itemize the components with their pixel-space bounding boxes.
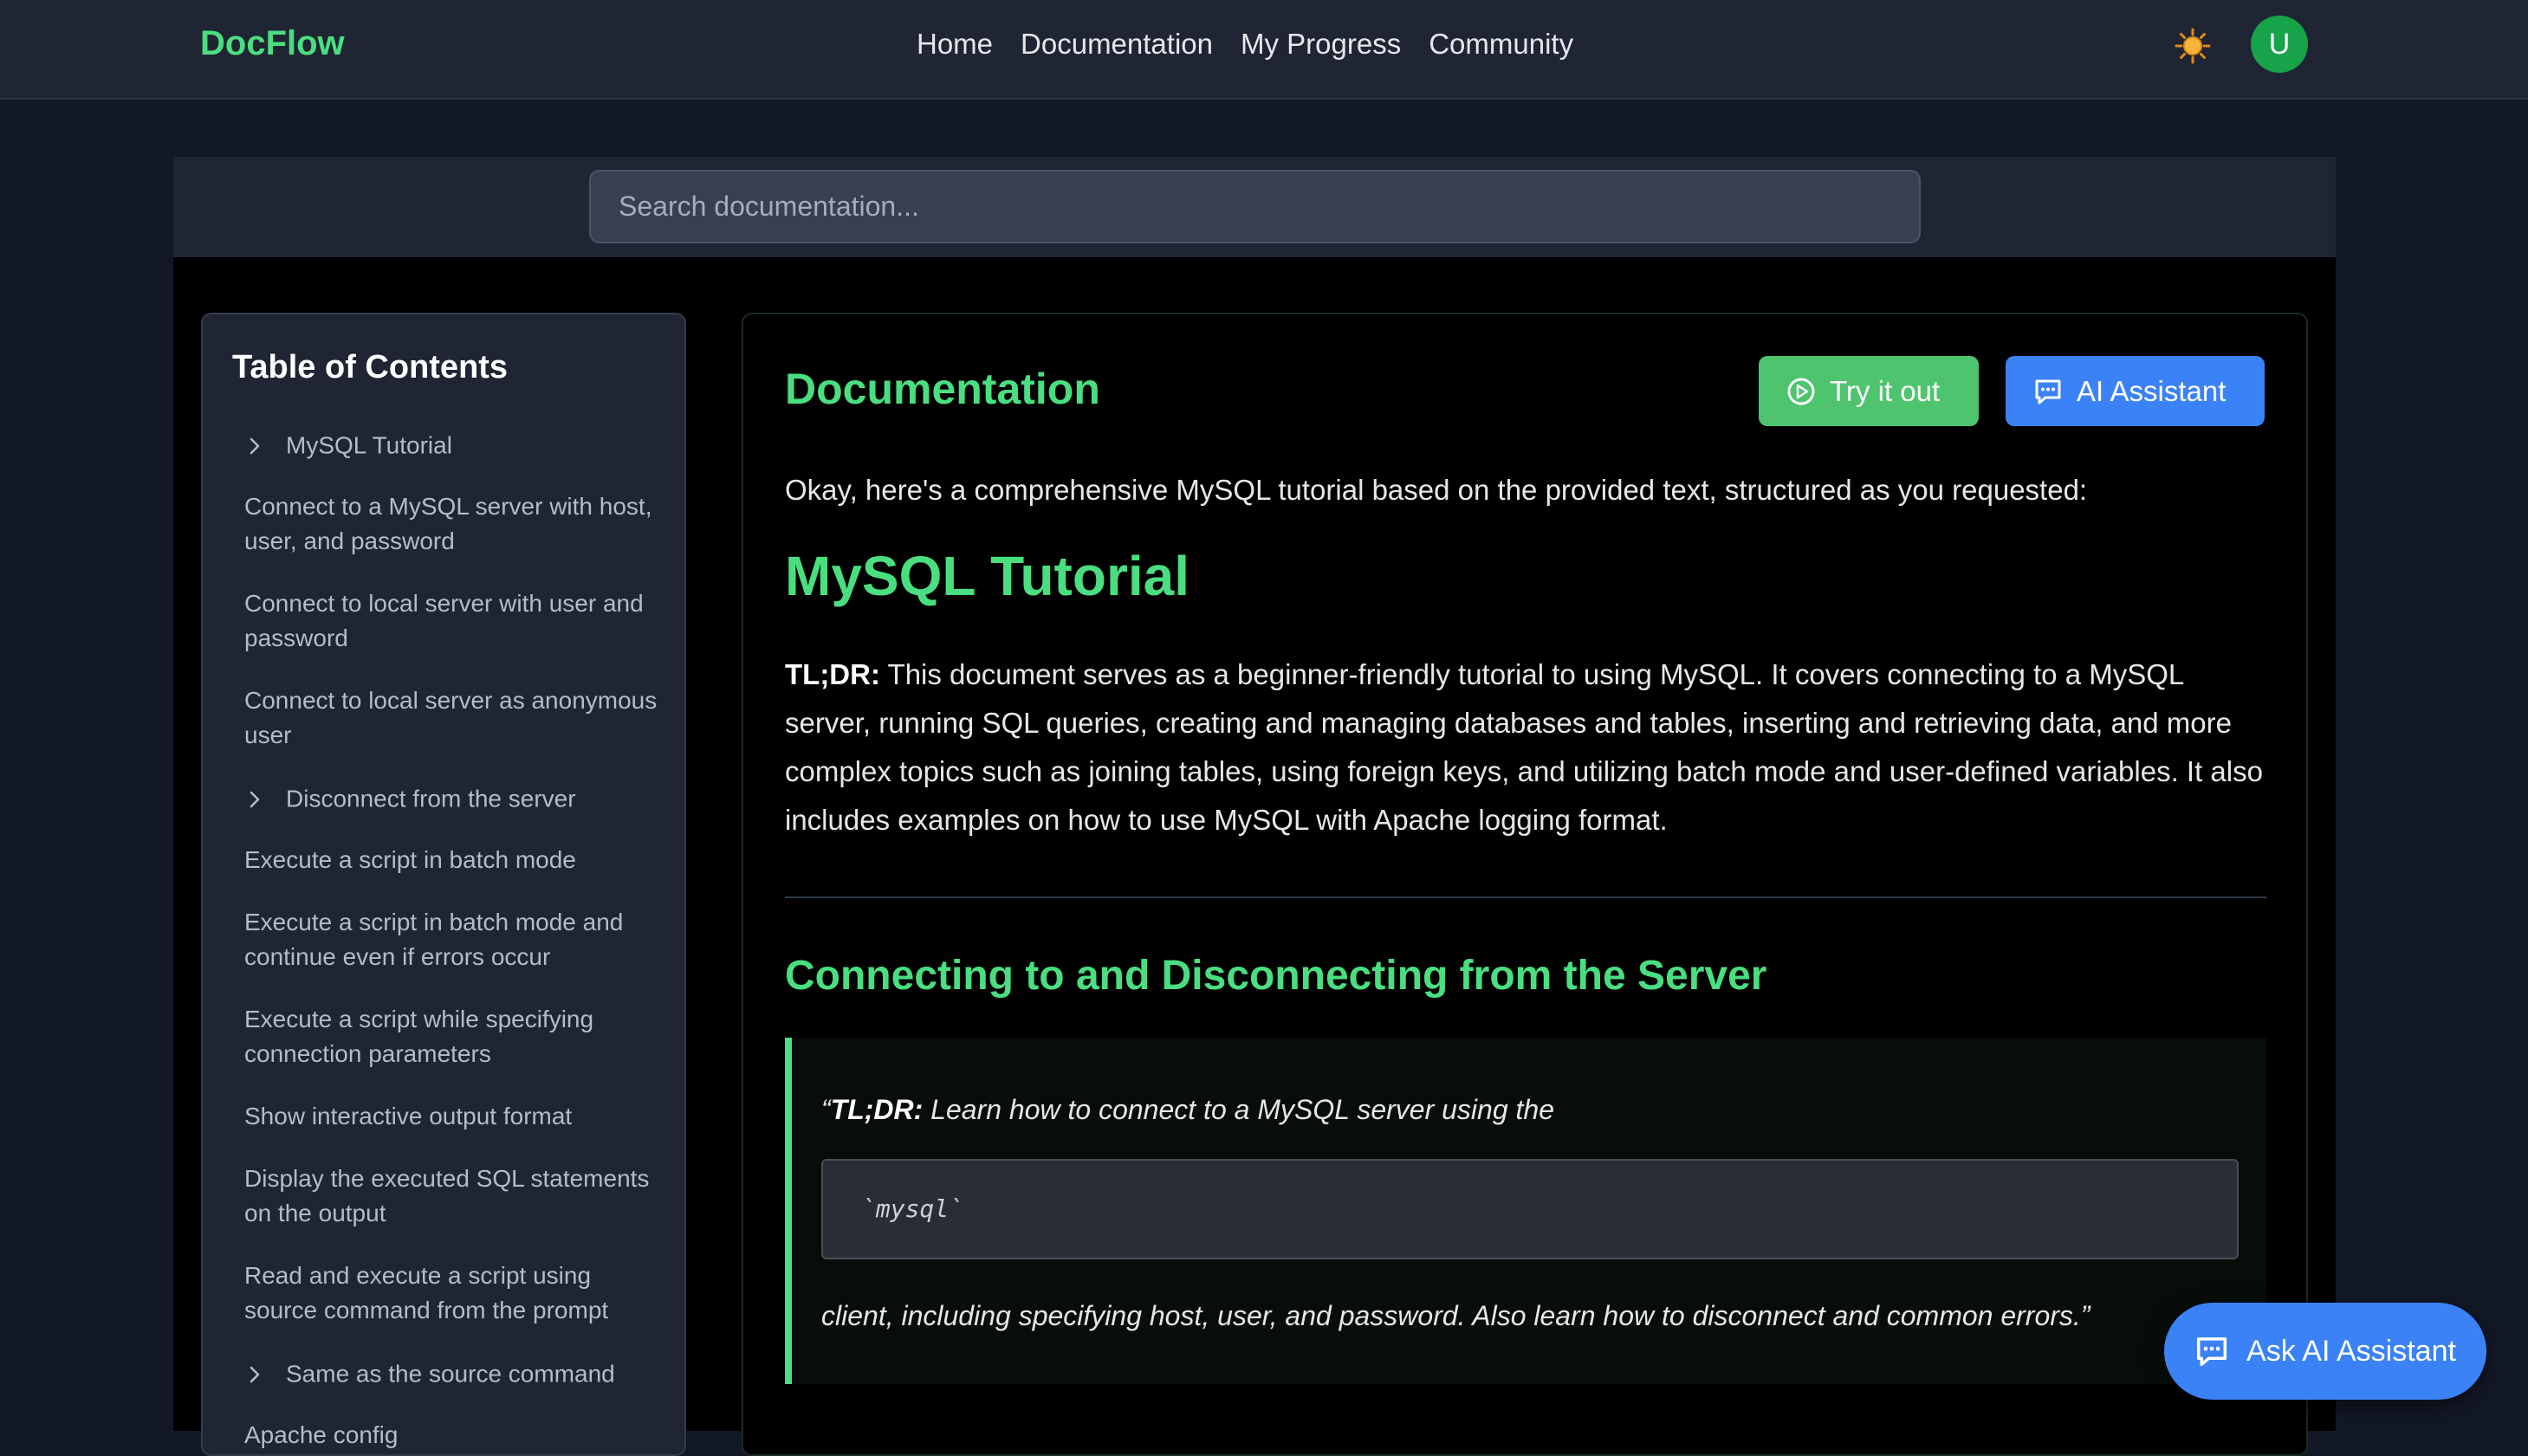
chevron-right-icon[interactable] [244, 789, 286, 810]
try-it-out-label: Try it out [1830, 374, 1941, 407]
section-heading: Connecting to and Disconnecting from the… [785, 953, 1767, 999]
quote-line-2: client, including specifying host, user,… [821, 1300, 2090, 1331]
intro-paragraph: Okay, here's a comprehensive MySQL tutor… [785, 474, 2088, 506]
nav-community[interactable]: Community [1429, 24, 1573, 64]
ai-assistant-label: AI Assistant [2077, 374, 2227, 407]
nav-documentation[interactable]: Documentation [1021, 24, 1213, 64]
table-of-contents: Table of Contents MySQL Tutorial Connect… [201, 313, 686, 1456]
ai-assistant-button[interactable]: AI Assistant [2006, 356, 2265, 426]
chat-bubble-icon [2196, 1337, 2227, 1367]
search-bar-container [173, 157, 2336, 257]
section-divider [785, 896, 2266, 898]
sun-icon[interactable] [2175, 28, 2211, 64]
chevron-right-icon[interactable] [244, 436, 286, 456]
toc-item[interactable]: Show interactive output format [244, 1099, 660, 1134]
toc-item-disconnect[interactable]: Disconnect from the server [244, 780, 660, 817]
tldr-label: TL;DR: [785, 658, 880, 690]
chevron-right-icon[interactable] [244, 1364, 286, 1385]
try-it-out-button[interactable]: Try it out [1759, 356, 1979, 426]
quote-label: TL;DR: [830, 1094, 924, 1125]
code-text: `mysql` [861, 1194, 964, 1223]
nav-home[interactable]: Home [917, 24, 993, 64]
toc-item[interactable]: Connect to local server with user and pa… [244, 586, 660, 656]
brand-logo[interactable]: DocFlow [200, 21, 345, 66]
toc-item[interactable]: Read and execute a script using source c… [244, 1259, 660, 1328]
ask-ai-assistant-button[interactable]: Ask AI Assistant [2164, 1303, 2486, 1400]
toc-item[interactable]: Apache config [244, 1418, 660, 1453]
toc-title: Table of Contents [232, 349, 509, 385]
tldr-paragraph: TL;DR: This document serves as a beginne… [785, 650, 2268, 844]
documentation-card: Documentation Try it out AI Assistant Ok… [742, 313, 2308, 1456]
blockquote: “TL;DR: Learn how to connect to a MySQL … [785, 1038, 2266, 1384]
play-circle-icon [1787, 378, 1815, 404]
toc-item[interactable]: Execute a script in batch mode and conti… [244, 905, 660, 974]
search-input[interactable] [589, 170, 1921, 243]
toc-item-mysql-tutorial[interactable]: MySQL Tutorial [244, 427, 660, 463]
tldr-text: This document serves as a beginner-frien… [785, 658, 2263, 836]
nav-my-progress[interactable]: My Progress [1241, 24, 1401, 64]
toc-item[interactable]: Execute a script while specifying connec… [244, 1002, 660, 1071]
chat-bubble-icon [2035, 379, 2061, 404]
page-title: Documentation [785, 365, 1100, 413]
toc-item[interactable]: Connect to local server as anonymous use… [244, 683, 660, 753]
toc-item[interactable]: Execute a script in batch mode [244, 843, 660, 877]
ask-ai-label: Ask AI Assistant [2246, 1334, 2456, 1368]
quote-line-1: “TL;DR: Learn how to connect to a MySQL … [821, 1094, 1554, 1125]
user-avatar[interactable]: U [2251, 16, 2308, 73]
toc-item[interactable]: Display the executed SQL statements on t… [244, 1162, 660, 1231]
main-nav: Home Documentation My Progress Community [917, 24, 1573, 64]
toc-item[interactable]: Connect to a MySQL server with host, use… [244, 489, 660, 559]
top-navbar: DocFlow Home Documentation My Progress C… [0, 0, 2528, 100]
toc-item-same-as-source[interactable]: Same as the source command [244, 1356, 660, 1392]
code-block: `mysql` [821, 1159, 2239, 1259]
tutorial-title: MySQL Tutorial [785, 545, 1189, 607]
